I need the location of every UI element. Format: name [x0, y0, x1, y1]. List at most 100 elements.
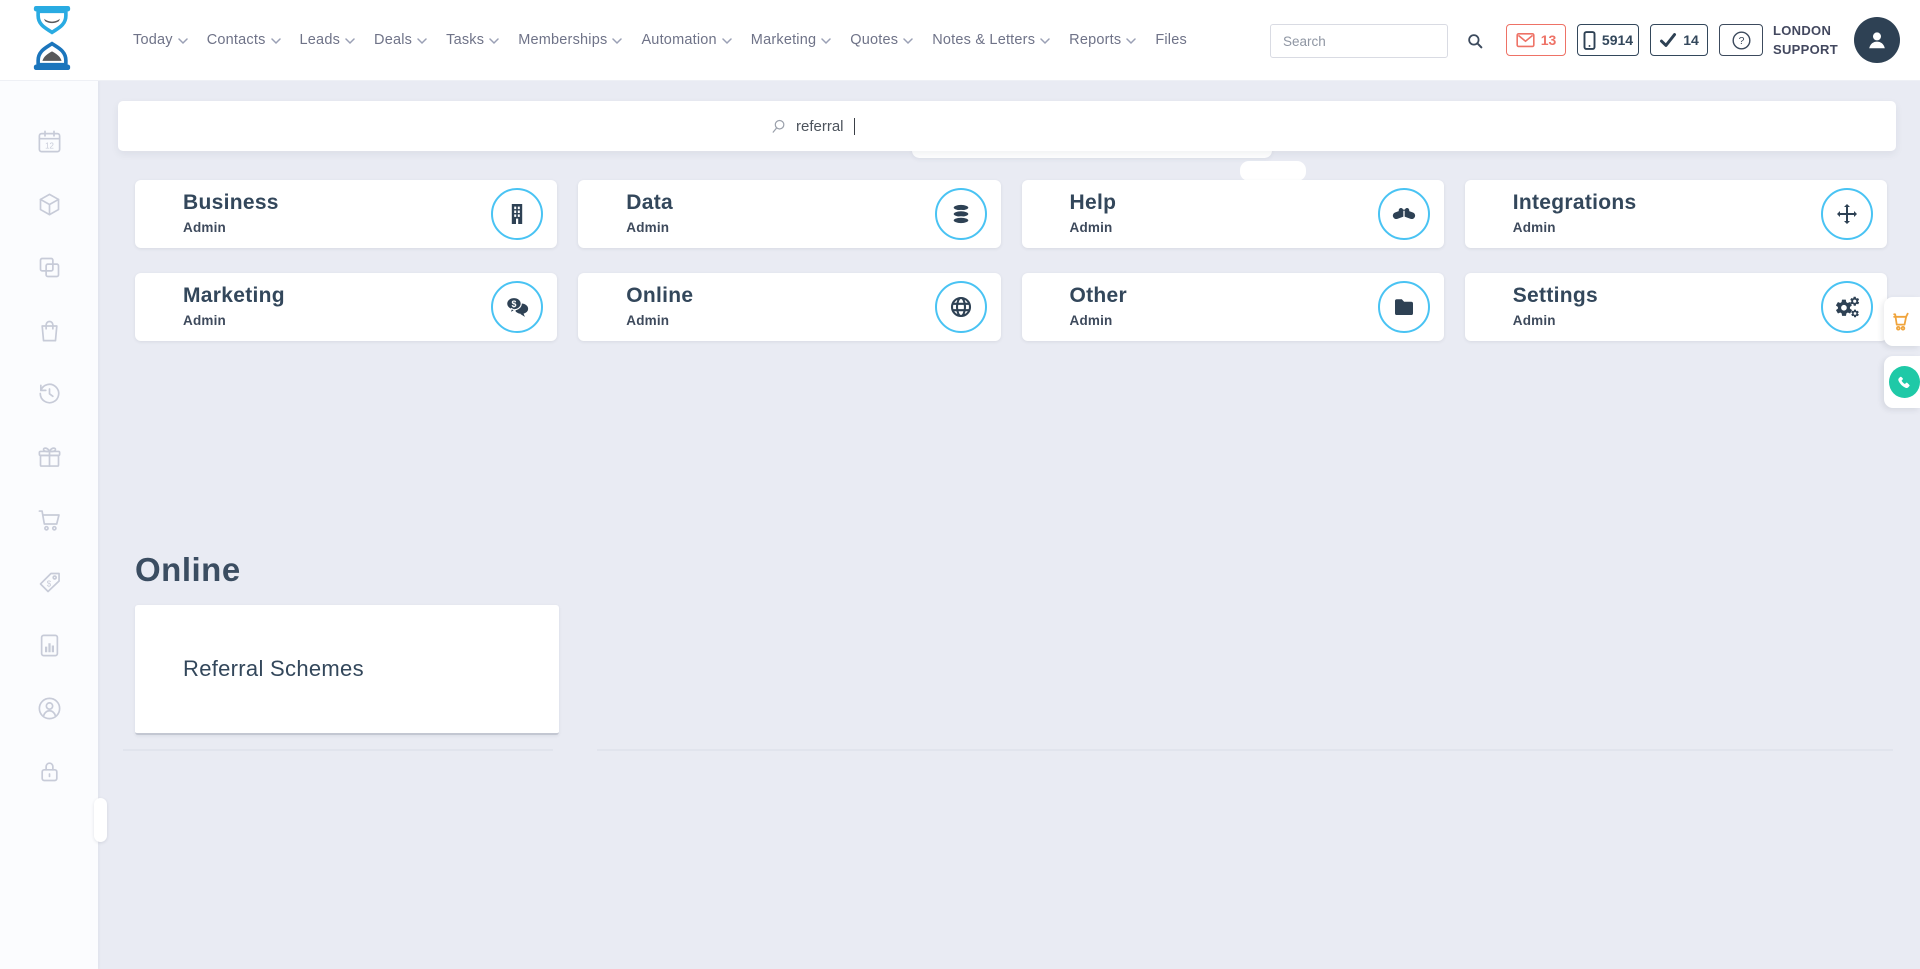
chevron-down-icon — [178, 38, 188, 45]
avatar[interactable] — [1854, 17, 1900, 63]
nav-label: Memberships — [518, 32, 607, 48]
shopping-bag-icon[interactable] — [36, 317, 63, 344]
nav-label: Contacts — [207, 32, 266, 48]
phone-widget-tab[interactable] — [1884, 356, 1920, 408]
card-title: Business — [183, 191, 279, 215]
card-subtitle: Admin — [626, 220, 669, 235]
nav-item-reports[interactable]: Reports — [1069, 32, 1136, 48]
admin-search-bar[interactable]: referral — [118, 101, 1896, 151]
help-button[interactable]: ? — [1719, 24, 1763, 56]
chevron-down-icon — [612, 38, 622, 45]
chevron-down-icon — [821, 38, 831, 45]
search-dropdown-remnant — [1240, 161, 1306, 181]
card-title: Marketing — [183, 284, 285, 308]
nav-item-leads[interactable]: Leads — [300, 32, 356, 48]
history-icon[interactable] — [36, 380, 63, 407]
card-icon-circle — [1378, 281, 1430, 333]
svg-text:$: $ — [46, 579, 51, 588]
phone-icon — [1896, 374, 1913, 391]
user-name-line1: LONDON — [1773, 21, 1853, 40]
nav-item-memberships[interactable]: Memberships — [518, 32, 622, 48]
admin-card-settings[interactable]: Settings Admin — [1465, 273, 1887, 341]
nav-item-quotes[interactable]: Quotes — [850, 32, 913, 48]
nav-label: Leads — [300, 32, 341, 48]
chevron-down-icon — [417, 38, 427, 45]
chevron-down-icon — [489, 38, 499, 45]
chevron-down-icon — [722, 38, 732, 45]
database-icon — [949, 202, 973, 226]
user-name[interactable]: LONDON SUPPORT — [1773, 21, 1853, 59]
admin-search-query-text: referral — [796, 118, 844, 135]
search-icon — [770, 118, 787, 135]
nav-item-today[interactable]: Today — [133, 32, 188, 48]
app-logo[interactable] — [26, 6, 78, 70]
calls-badge[interactable]: 5914 — [1577, 24, 1639, 56]
admin-card-business[interactable]: Business Admin — [135, 180, 557, 248]
main-nav: Today Contacts Leads Deals Tasks Members… — [133, 0, 1187, 80]
arrows-move-icon — [1835, 202, 1859, 226]
nav-label: Deals — [374, 32, 412, 48]
search-submit-button[interactable] — [1466, 26, 1484, 56]
nav-item-contacts[interactable]: Contacts — [207, 32, 281, 48]
admin-card-data[interactable]: Data Admin — [578, 180, 1000, 248]
nav-item-tasks[interactable]: Tasks — [446, 32, 499, 48]
copy-icon[interactable] — [36, 254, 63, 281]
app-root: Today Contacts Leads Deals Tasks Members… — [0, 0, 1920, 969]
price-tag-icon[interactable]: $ — [36, 569, 63, 596]
hourglass-logo-icon — [26, 6, 78, 70]
card-icon-circle — [1821, 188, 1873, 240]
card-icon-circle — [935, 281, 987, 333]
nav-item-files[interactable]: Files — [1155, 32, 1187, 48]
card-icon-circle — [935, 188, 987, 240]
global-search-input[interactable] — [1271, 34, 1466, 49]
card-title: Online — [626, 284, 693, 308]
calendar-day-label: 12 — [45, 141, 54, 150]
mobile-phone-icon — [1583, 31, 1596, 50]
chevron-down-icon — [903, 38, 913, 45]
user-circle-icon[interactable] — [36, 695, 63, 722]
result-item-referral-schemes[interactable]: Referral Schemes — [135, 605, 559, 735]
nav-item-marketing[interactable]: Marketing — [751, 32, 831, 48]
report-chart-icon[interactable] — [36, 632, 63, 659]
nav-label: Automation — [641, 32, 716, 48]
card-subtitle: Admin — [626, 313, 669, 328]
check-icon — [1659, 32, 1677, 48]
card-title: Settings — [1513, 284, 1598, 308]
cart-icon — [1891, 309, 1916, 334]
messages-badge[interactable]: 13 — [1506, 24, 1566, 56]
messages-count: 13 — [1541, 32, 1557, 48]
card-title: Data — [626, 191, 673, 215]
gift-icon[interactable] — [36, 443, 63, 470]
nav-label: Files — [1155, 32, 1187, 48]
admin-card-integrations[interactable]: Integrations Admin — [1465, 180, 1887, 248]
cart-icon[interactable] — [36, 506, 63, 533]
top-bar: Today Contacts Leads Deals Tasks Members… — [0, 0, 1920, 80]
lock-icon[interactable] — [36, 758, 63, 785]
calendar-icon[interactable]: 12 — [36, 128, 63, 155]
admin-cards-grid: Business Admin Data Admin Help — [135, 180, 1887, 341]
nav-label: Quotes — [850, 32, 898, 48]
admin-card-marketing[interactable]: Marketing Admin $ — [135, 273, 557, 341]
divider — [123, 749, 553, 751]
chevron-down-icon — [1040, 38, 1050, 45]
envelope-icon — [1516, 32, 1535, 49]
admin-card-help[interactable]: Help Admin — [1022, 180, 1444, 248]
divider — [597, 749, 1893, 751]
handshake-icon — [1391, 201, 1417, 227]
tasks-count: 14 — [1683, 32, 1699, 48]
tasks-badge[interactable]: 14 — [1650, 24, 1708, 56]
nav-item-automation[interactable]: Automation — [641, 32, 731, 48]
admin-card-other[interactable]: Other Admin — [1022, 273, 1444, 341]
globe-icon — [949, 295, 973, 319]
user-name-line2: SUPPORT — [1773, 40, 1853, 59]
sidebar-drag-handle[interactable] — [94, 798, 107, 842]
card-subtitle: Admin — [1513, 313, 1556, 328]
card-subtitle: Admin — [1070, 220, 1113, 235]
cart-widget-tab[interactable] — [1884, 297, 1920, 346]
package-icon[interactable] — [36, 191, 63, 218]
nav-item-notes-letters[interactable]: Notes & Letters — [932, 32, 1050, 48]
nav-item-deals[interactable]: Deals — [374, 32, 427, 48]
chevron-down-icon — [271, 38, 281, 45]
card-icon-circle — [1821, 281, 1873, 333]
admin-card-online[interactable]: Online Admin — [578, 273, 1000, 341]
